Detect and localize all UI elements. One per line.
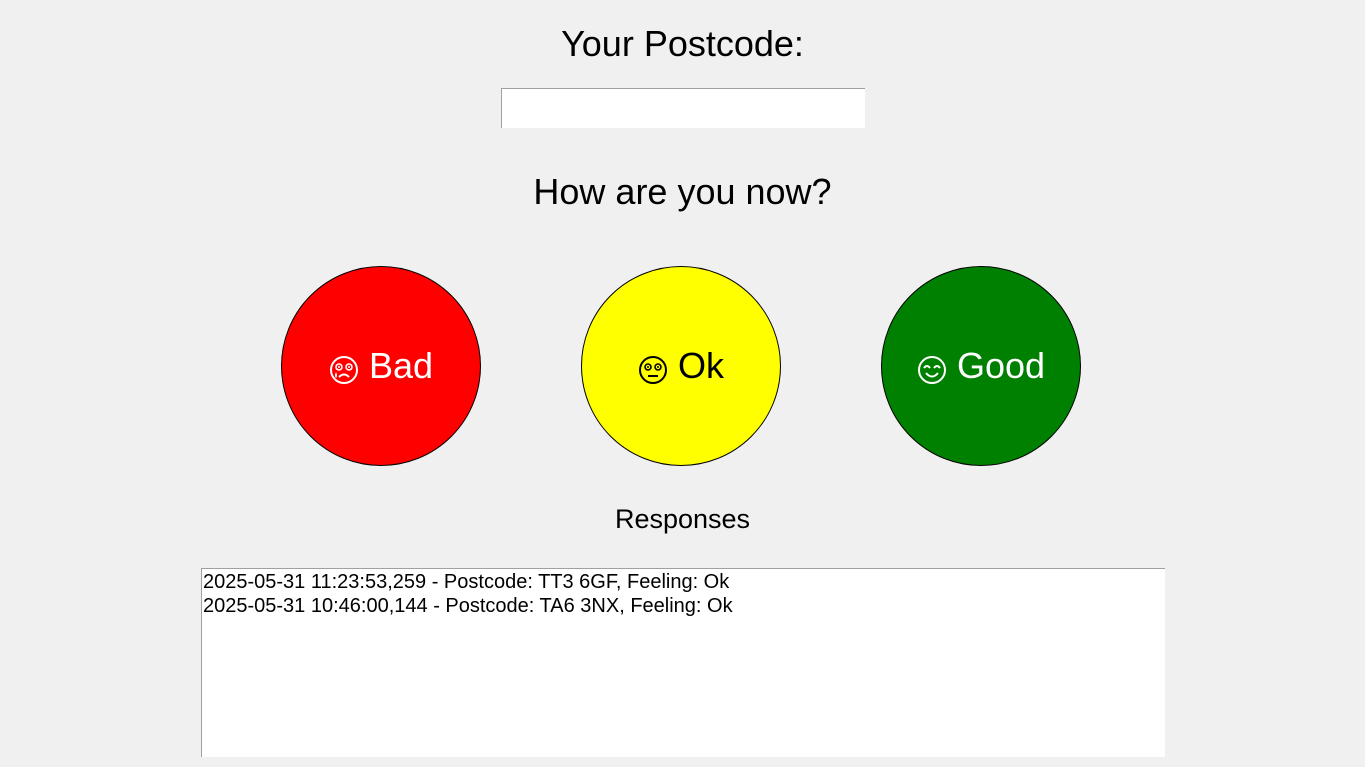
- response-line: 2025-05-31 11:23:53,259 - Postcode: TT3 …: [203, 571, 730, 593]
- responses-list[interactable]: 2025-05-31 11:23:53,259 - Postcode: TT3 …: [201, 568, 1165, 757]
- good-button[interactable]: Good: [881, 266, 1081, 466]
- good-label: Good: [956, 345, 1046, 386]
- good-button-content: Good: [917, 346, 1045, 386]
- bad-label: Bad: [368, 345, 434, 386]
- ok-label: Ok: [677, 345, 724, 386]
- ok-button[interactable]: Ok: [581, 266, 781, 466]
- question-heading: How are you now?: [533, 171, 832, 212]
- postcode-input[interactable]: [501, 88, 865, 128]
- postcode-label: Your Postcode:: [561, 23, 804, 64]
- neutral-face-icon: [638, 355, 668, 385]
- bad-button[interactable]: Bad: [281, 266, 481, 466]
- sad-face-icon: [329, 355, 359, 385]
- responses-heading: Responses: [614, 504, 751, 534]
- mood-survey-window: Your Postcode: How are you now? Bad Ok G…: [0, 0, 1365, 767]
- ok-button-content: Ok: [638, 346, 724, 386]
- happy-face-icon: [917, 355, 947, 385]
- response-line: 2025-05-31 10:46:00,144 - Postcode: TA6 …: [203, 595, 733, 617]
- bad-button-content: Bad: [329, 346, 433, 386]
